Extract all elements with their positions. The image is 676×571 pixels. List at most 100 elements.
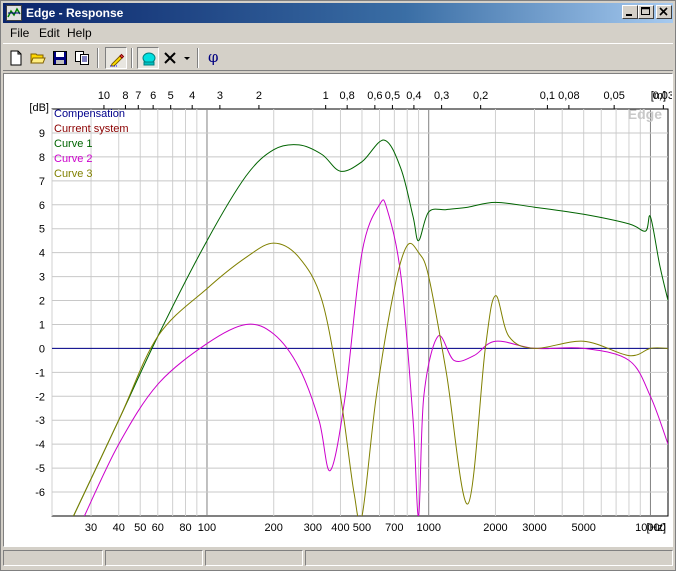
open-button[interactable] — [27, 47, 49, 69]
toolbar-separator — [131, 48, 133, 68]
x-tick-label: 80 — [179, 522, 191, 534]
y-tick-label: 8 — [39, 152, 45, 164]
x-tick-label: 60 — [152, 522, 164, 534]
status-bar — [3, 549, 673, 568]
new-file-icon — [10, 50, 22, 66]
status-panel-1 — [3, 550, 103, 566]
menu-edit[interactable]: Edit — [39, 26, 60, 40]
top-tick-label: 0,4 — [406, 90, 421, 102]
x-tick-label: 2000 — [483, 522, 507, 534]
x-tick-label: 40 — [113, 522, 125, 534]
draw-button[interactable] — [105, 47, 127, 69]
top-unit-label: [m] — [651, 90, 666, 102]
copy-icon — [75, 51, 89, 65]
dropdown-arrow-icon — [184, 57, 190, 60]
top-tick-label: 4 — [189, 90, 195, 102]
minimize-icon — [626, 14, 632, 16]
window-title: Edge - Response — [26, 6, 124, 20]
y-tick-label: 6 — [39, 200, 45, 212]
top-tick-label: 0,1 — [540, 90, 555, 102]
frequency-axis: 30 40 50 60 80 100 200 300 400 500 700 1000 2000 3000… — [85, 522, 666, 534]
top-wavelength-axis: 10 8 7 6 5 4 3 2 1 0,8 0,6 0,5 0,4 0,3 0,2 0,1 0,08 0,05 0… — [98, 90, 674, 109]
top-tick-label: 0,3 — [434, 90, 449, 102]
legend-entry: Compensation — [54, 108, 125, 120]
x-unit-label: [Hz] — [646, 522, 666, 534]
status-panel-2 — [105, 550, 203, 566]
legend-entry: Curve 3 — [54, 168, 93, 180]
top-tick-label: 0,2 — [473, 90, 488, 102]
toolbar: φ — [3, 43, 673, 71]
y-tick-label: 2 — [39, 296, 45, 308]
top-tick-label: 7 — [135, 90, 141, 102]
menu-file[interactable]: File — [10, 26, 29, 40]
y-tick-label: 3 — [39, 272, 45, 284]
top-tick-label: 0,5 — [385, 90, 400, 102]
y-unit-label: [dB] — [29, 102, 49, 114]
y-tick-label: -5 — [35, 463, 45, 475]
x-tick-label: 200 — [265, 522, 283, 534]
status-panel-4 — [305, 550, 673, 566]
top-tick-label: 10 — [98, 90, 110, 102]
db-axis: 9 8 7 6 5 4 3 2 1 0 -1 -2 -3 -4 -5 -6 [dB] — [29, 102, 49, 499]
delete-button[interactable] — [159, 47, 181, 69]
copy-button[interactable] — [71, 47, 93, 69]
top-tick-label: 5 — [168, 90, 174, 102]
top-tick-label: 1 — [323, 90, 329, 102]
chart-curves — [52, 139, 668, 516]
x-tick-label: 400 — [331, 522, 349, 534]
y-tick-label: 4 — [39, 248, 45, 260]
top-tick-label: 0,8 — [340, 90, 355, 102]
y-tick-label: -3 — [35, 415, 45, 427]
chart-legend: Compensation Current system Curve 1 Curve 2… — [54, 108, 129, 180]
legend-entry: Curve 2 — [54, 153, 93, 165]
response-chart-area[interactable]: 10 8 7 6 5 4 3 2 1 0,8 0,6 0,5 0,4 0,3 0,2 0,1 0,08 0,05 0… — [3, 73, 674, 547]
new-button[interactable] — [5, 47, 27, 69]
series-line-curve-1 — [73, 139, 668, 516]
y-tick-label: 1 — [39, 319, 45, 331]
x-tick-label: 100 — [198, 522, 216, 534]
maximize-button[interactable] — [638, 5, 654, 19]
top-tick-label: 8 — [122, 90, 128, 102]
save-button[interactable] — [49, 47, 71, 69]
delete-dropdown-button[interactable] — [181, 47, 193, 69]
top-tick-label: 6 — [150, 90, 156, 102]
x-tick-label: 50 — [134, 522, 146, 534]
x-tick-label: 500 — [353, 522, 371, 534]
y-tick-label: -1 — [35, 367, 45, 379]
x-tick-label: 3000 — [522, 522, 546, 534]
status-panel-3 — [205, 550, 303, 566]
x-tick-label: 1000 — [416, 522, 440, 534]
x-tick-label: 700 — [385, 522, 403, 534]
y-tick-label: 9 — [39, 128, 45, 140]
close-icon — [659, 7, 668, 16]
title-bar[interactable]: Edge - Response — [3, 3, 673, 23]
legend-entry: Curve 1 — [54, 138, 93, 150]
minimize-button[interactable] — [622, 5, 638, 19]
pencil-icon — [110, 53, 125, 67]
chart-grid — [51, 108, 669, 517]
response-chart[interactable]: 10 8 7 6 5 4 3 2 1 0,8 0,6 0,5 0,4 0,3 0,2 0,1 0,08 0,05 0… — [4, 74, 674, 546]
edge-watermark: Edge — [628, 106, 662, 122]
x-tick-label: 5000 — [571, 522, 595, 534]
menu-bar: File Edit Help — [3, 24, 673, 42]
x-tick-label: 30 — [85, 522, 97, 534]
app-icon — [6, 5, 22, 21]
y-tick-label: -2 — [35, 391, 45, 403]
edge-shape-button[interactable] — [137, 47, 159, 69]
save-icon — [53, 51, 67, 65]
y-tick-label: -6 — [35, 487, 45, 499]
y-tick-label: 0 — [39, 343, 45, 355]
legend-entry: Current system — [54, 123, 129, 135]
phase-icon: φ — [208, 48, 219, 66]
top-tick-label: 3 — [217, 90, 223, 102]
y-tick-label: 5 — [39, 224, 45, 236]
plot-frame — [51, 108, 669, 517]
series-line-curve-2 — [83, 199, 668, 516]
y-tick-label: 7 — [39, 176, 45, 188]
open-folder-icon — [30, 53, 46, 64]
menu-help[interactable]: Help — [67, 26, 92, 40]
top-tick-label: 2 — [256, 90, 262, 102]
series-line-curve-3 — [73, 242, 668, 516]
phase-button[interactable]: φ — [203, 47, 225, 69]
close-button[interactable] — [656, 5, 672, 19]
